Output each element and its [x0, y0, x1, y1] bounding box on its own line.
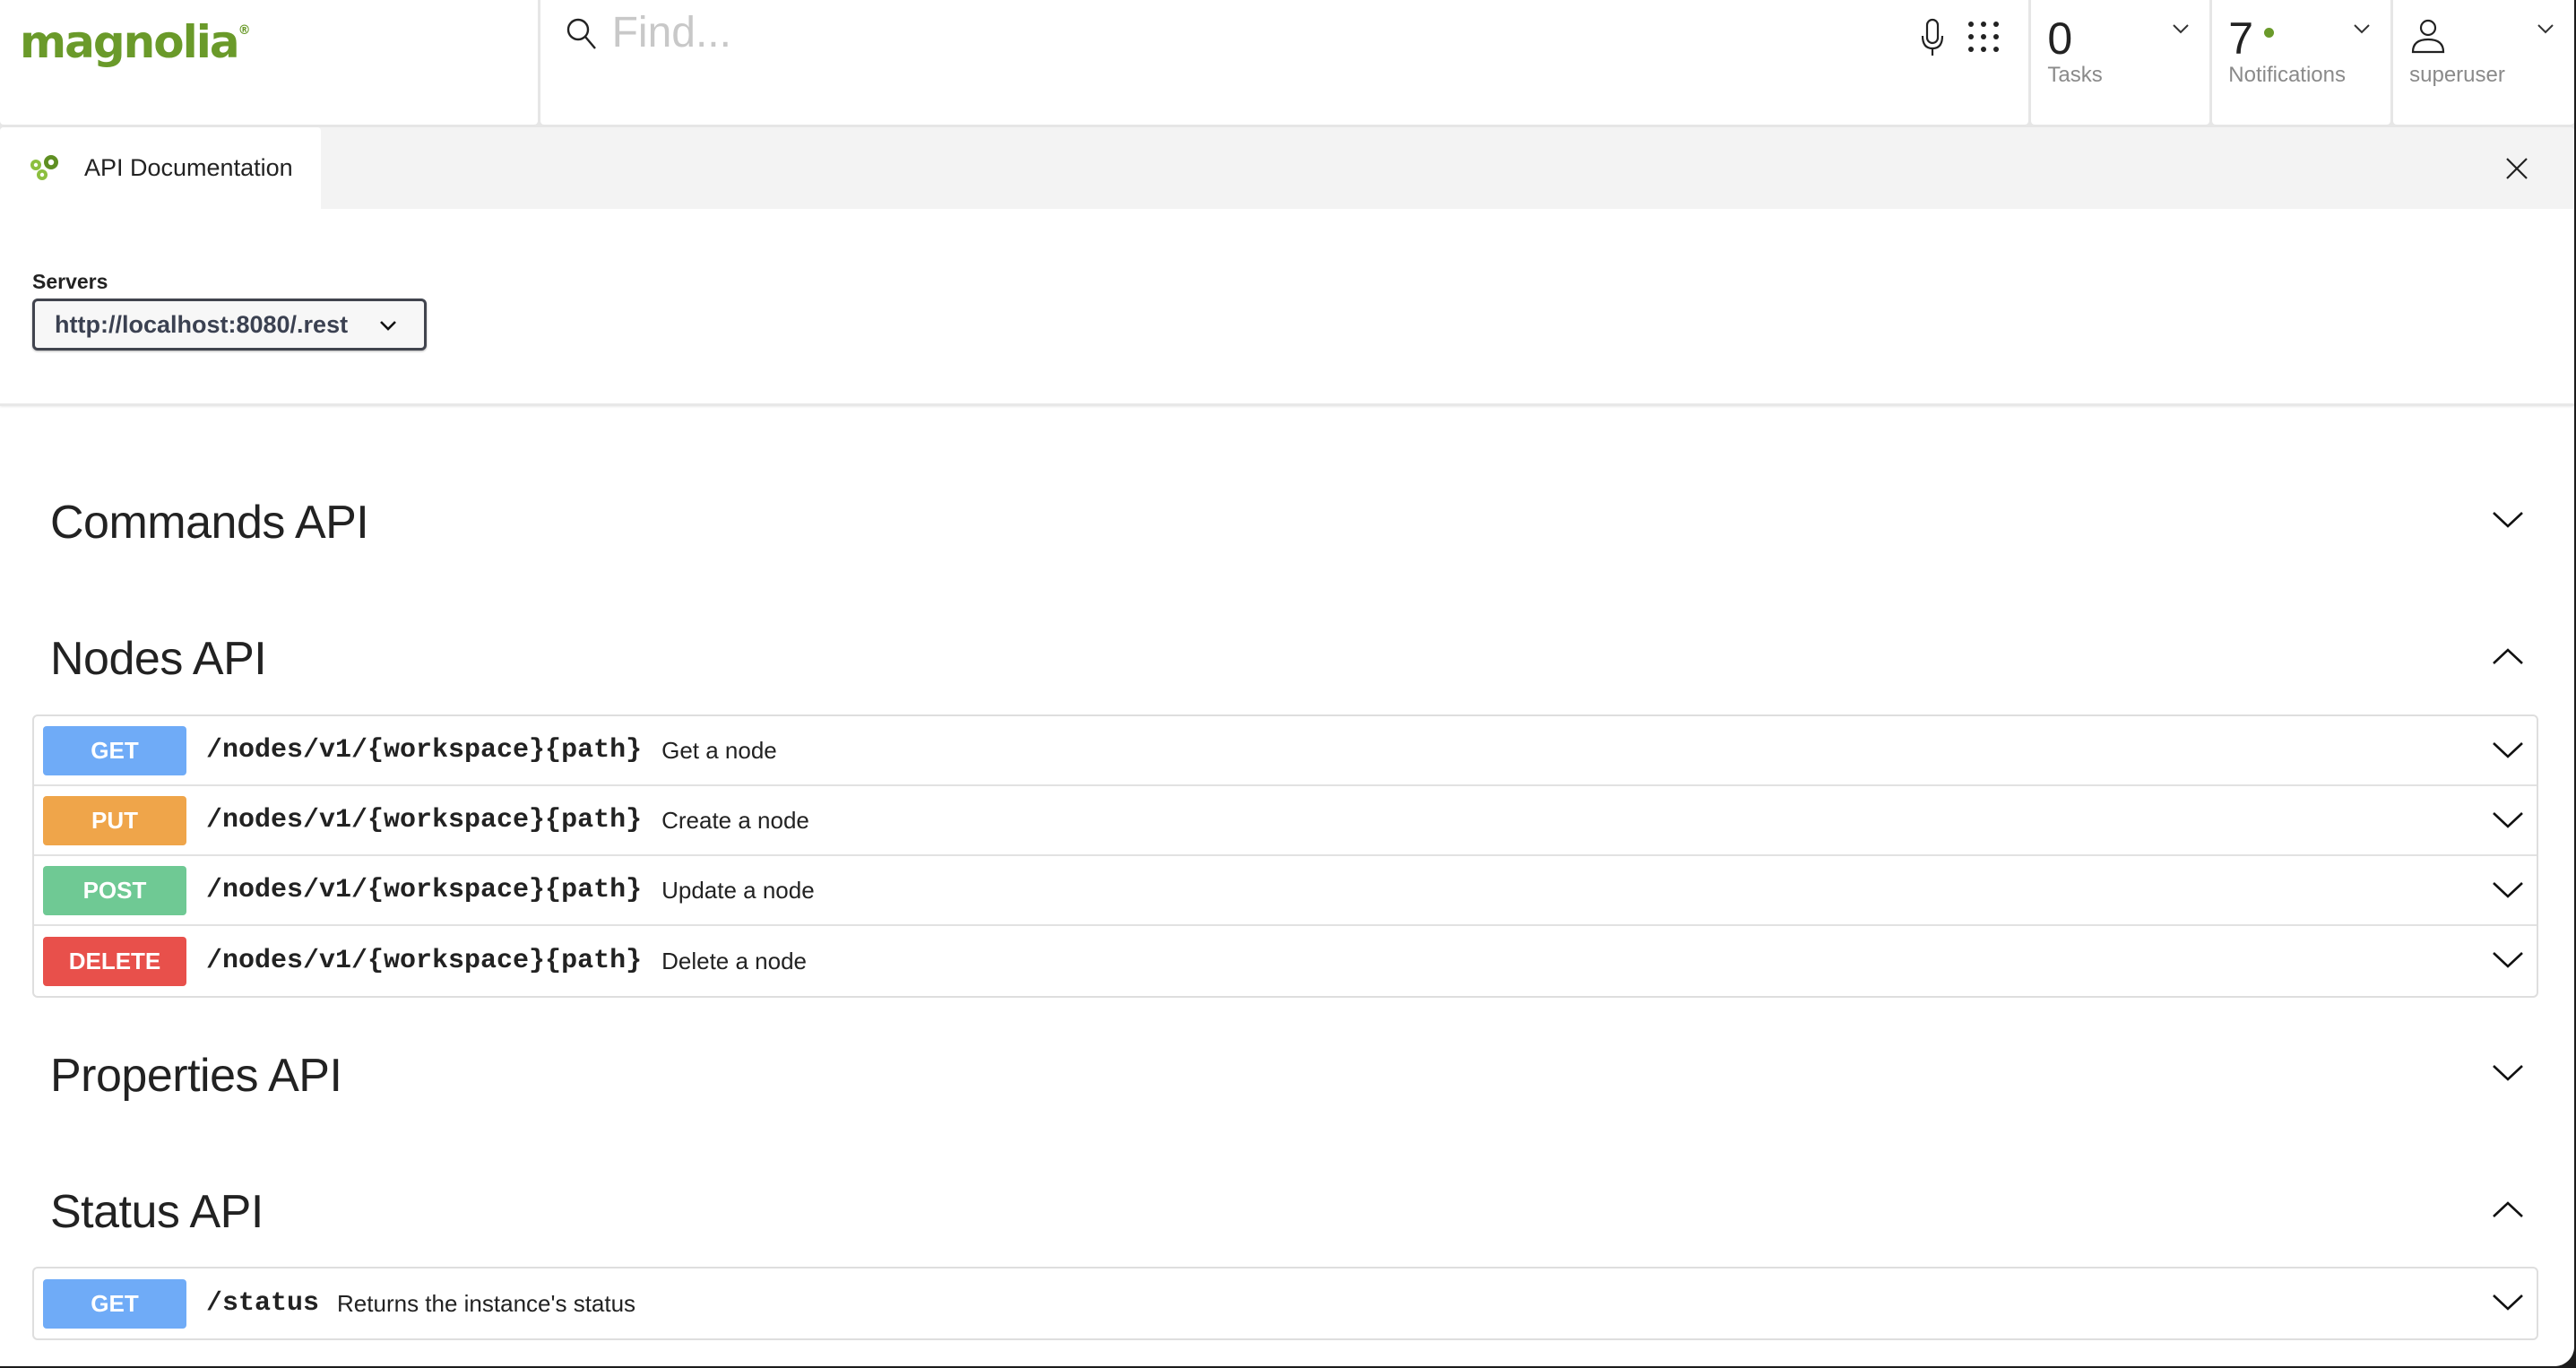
chevron-down-icon [2493, 742, 2523, 758]
operation-path: /nodes/v1/{workspace}{path} [206, 875, 643, 905]
search-icon [566, 18, 596, 49]
tasks-label: Tasks [2047, 63, 2103, 87]
method-badge-get: GET [43, 725, 186, 775]
search-bar [540, 0, 2029, 125]
operation-path: /nodes/v1/{workspace}{path} [206, 805, 643, 836]
tasks-count: 0 [2047, 13, 2073, 64]
section-status-api[interactable]: Status API [50, 1176, 2524, 1248]
operation-path: /nodes/v1/{workspace}{path} [206, 735, 643, 766]
chevron-down-icon [2493, 1065, 2523, 1081]
servers-selected-value: http://localhost:8080/.rest [55, 310, 349, 338]
operation-summary: Update a node [661, 876, 815, 904]
app-window: magnolia® 0 Tasks [0, 0, 2574, 1366]
chevron-down-icon [2493, 952, 2523, 968]
chevron-down-icon [2354, 24, 2370, 34]
logo-area: magnolia® [0, 0, 538, 125]
chevron-down-icon [2493, 512, 2523, 528]
servers-label: Servers [32, 270, 108, 293]
method-badge-post: POST [43, 865, 186, 915]
operation-path: /nodes/v1/{workspace}{path} [206, 946, 643, 976]
chevron-up-icon [2493, 648, 2523, 664]
method-badge-delete: DELETE [43, 936, 186, 986]
chevron-up-icon [2493, 1201, 2523, 1217]
close-icon[interactable] [2504, 156, 2529, 181]
servers-select[interactable]: http://localhost:8080/.rest [32, 299, 427, 351]
chevron-down-icon [2173, 24, 2189, 34]
search-input[interactable] [611, 5, 1777, 59]
section-title: Properties API [50, 1050, 342, 1102]
app-tab-bar: API Documentation [0, 127, 2574, 209]
operation-row[interactable]: POST /nodes/v1/{workspace}{path} Update … [34, 856, 2537, 926]
app-launcher-grid-icon[interactable] [1966, 20, 2001, 54]
section-properties-api[interactable]: Properties API [50, 1040, 2524, 1112]
operation-summary: Get a node [661, 736, 777, 764]
top-bar: magnolia® 0 Tasks [0, 0, 2574, 126]
status-api-operations: GET /status Returns the instance's statu… [32, 1267, 2538, 1340]
chevron-down-icon [2493, 812, 2523, 828]
operation-row[interactable]: GET /nodes/v1/{workspace}{path} Get a no… [34, 716, 2537, 786]
method-badge-put: PUT [43, 795, 186, 845]
section-title: Commands API [50, 497, 369, 549]
notifications-count: 7 [2228, 13, 2254, 64]
chevron-down-icon [2537, 24, 2554, 34]
api-doc-content: Servers http://localhost:8080/.rest Comm… [0, 209, 2574, 1366]
registered-mark: ® [238, 23, 251, 38]
section-title: Status API [50, 1186, 264, 1238]
nodes-api-operations: GET /nodes/v1/{workspace}{path} Get a no… [32, 714, 2538, 998]
divider [0, 403, 2574, 406]
operation-summary: Returns the instance's status [337, 1289, 636, 1317]
section-nodes-api[interactable]: Nodes API [50, 623, 2524, 695]
operation-row[interactable]: DELETE /nodes/v1/{workspace}{path} Delet… [34, 926, 2537, 996]
username-label: superuser [2409, 63, 2505, 87]
microphone-icon[interactable] [1919, 18, 1946, 57]
section-title: Nodes API [50, 633, 267, 685]
unread-indicator-dot [2264, 28, 2275, 38]
method-badge-get: GET [43, 1278, 186, 1329]
tab-label: API Documentation [84, 154, 293, 181]
operation-summary: Create a node [661, 806, 809, 834]
logo-text: magnolia [20, 16, 240, 68]
notifications-label: Notifications [2228, 63, 2347, 87]
notifications-button[interactable]: 7 Notifications [2212, 0, 2391, 125]
gears-icon [30, 154, 58, 180]
operation-summary: Delete a node [661, 947, 807, 974]
tab-api-documentation[interactable]: API Documentation [0, 127, 321, 209]
chevron-down-icon [2493, 1294, 2523, 1311]
operation-row[interactable]: PUT /nodes/v1/{workspace}{path} Create a… [34, 786, 2537, 856]
chevron-down-icon [2493, 882, 2523, 898]
operation-row[interactable]: GET /status Returns the instance's statu… [34, 1268, 2537, 1338]
chevron-down-icon [380, 321, 396, 331]
user-menu-button[interactable]: superuser [2393, 0, 2574, 125]
user-icon [2412, 19, 2445, 54]
section-commands-api[interactable]: Commands API [50, 487, 2524, 558]
operation-path: /status [206, 1288, 320, 1319]
magnolia-logo[interactable]: magnolia® [20, 16, 251, 68]
tasks-button[interactable]: 0 Tasks [2031, 0, 2210, 125]
